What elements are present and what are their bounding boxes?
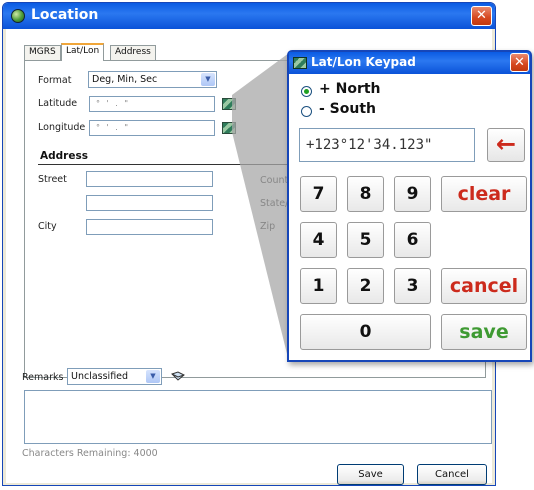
key-2[interactable]: 2: [347, 268, 384, 304]
key-3[interactable]: 3: [394, 268, 431, 304]
key-9[interactable]: 9: [394, 176, 431, 212]
cancel-button[interactable]: Cancel: [417, 464, 487, 485]
key-8[interactable]: 8: [347, 176, 384, 212]
chars-remaining: Characters Remaining: 4000: [22, 448, 158, 459]
chevron-down-icon[interactable]: ▼: [146, 370, 160, 383]
map-icon[interactable]: [222, 98, 236, 110]
globe-icon: [11, 9, 25, 23]
key-4[interactable]: 4: [300, 222, 337, 258]
format-label: Format: [38, 75, 72, 86]
address-heading: Address: [40, 150, 88, 162]
key-7[interactable]: 7: [300, 176, 337, 212]
street-field-2[interactable]: [86, 195, 213, 211]
city-label: City: [38, 221, 57, 232]
zip-label: Zip: [260, 221, 276, 232]
map-icon: [293, 57, 307, 69]
north-label: + North: [319, 81, 381, 97]
remarks-label: Remarks: [22, 372, 64, 383]
location-titlebar[interactable]: Location ✕: [3, 3, 495, 29]
arrow-left-icon: ←: [495, 130, 517, 158]
south-label: - South: [319, 101, 377, 117]
clear-button[interactable]: clear: [441, 176, 527, 212]
tab-latlon[interactable]: Lat/Lon: [61, 43, 105, 61]
keypad-title: Lat/Lon Keypad: [311, 55, 416, 69]
save-button[interactable]: Save: [337, 464, 404, 485]
book-icon[interactable]: [171, 371, 185, 381]
city-field[interactable]: [86, 219, 213, 235]
keypad-titlebar[interactable]: Lat/Lon Keypad ✕: [289, 52, 530, 74]
remarks-textarea[interactable]: [24, 390, 492, 444]
format-select[interactable]: Deg, Min, Sec ▼: [88, 71, 217, 88]
remarks-select[interactable]: Unclassified ▼: [67, 368, 162, 385]
key-6[interactable]: 6: [394, 222, 431, 258]
keypad-window: Lat/Lon Keypad ✕ + North - South +123°12…: [287, 50, 532, 362]
close-button[interactable]: ✕: [471, 6, 492, 26]
chevron-down-icon[interactable]: ▼: [201, 73, 215, 86]
key-1[interactable]: 1: [300, 268, 337, 304]
key-0[interactable]: 0: [300, 314, 431, 350]
coordinate-display[interactable]: +123°12'34.123": [299, 128, 475, 162]
tab-address[interactable]: Address: [110, 45, 156, 60]
map-icon[interactable]: [222, 122, 236, 134]
window-title: Location: [31, 7, 99, 23]
key-5[interactable]: 5: [347, 222, 384, 258]
street-field-1[interactable]: [86, 171, 213, 187]
backspace-button[interactable]: ←: [487, 128, 525, 162]
latitude-field[interactable]: ° ' . ": [89, 96, 215, 112]
longitude-field[interactable]: ° ' . ": [89, 120, 215, 136]
street-label: Street: [38, 174, 67, 185]
format-value: Deg, Min, Sec: [92, 74, 158, 85]
south-radio[interactable]: [301, 106, 312, 117]
latitude-label: Latitude: [38, 98, 78, 109]
longitude-label: Longitude: [38, 122, 86, 133]
remarks-value: Unclassified: [71, 371, 129, 382]
address-divider: [38, 164, 288, 165]
tab-mgrs[interactable]: MGRS: [24, 45, 61, 60]
north-radio[interactable]: [301, 86, 312, 97]
cancel-button[interactable]: cancel: [441, 268, 527, 304]
save-button[interactable]: save: [441, 314, 527, 350]
keypad-close-button[interactable]: ✕: [510, 53, 529, 72]
